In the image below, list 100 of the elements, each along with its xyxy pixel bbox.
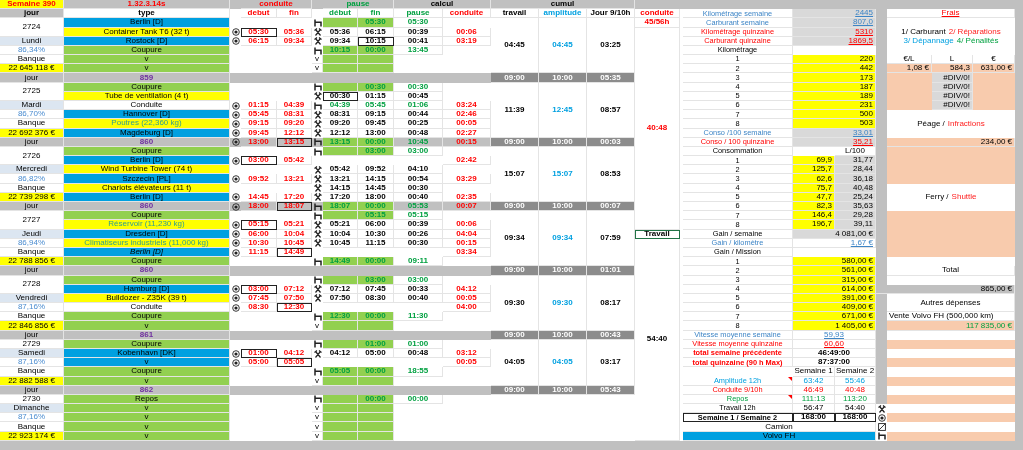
activity-type: Réservoir (11,230 kg) <box>64 220 230 230</box>
pause-duration: 00:48 <box>394 128 443 138</box>
radio-icon <box>877 413 886 422</box>
day-name: Vendredi <box>0 293 64 304</box>
start-time: 18:00 <box>241 202 277 212</box>
day-name: Mercredi <box>0 165 64 175</box>
speed-value: 60,60 <box>793 339 876 349</box>
pause-duration: 00:54 <box>394 174 443 184</box>
week-value: 111:13 <box>793 394 835 405</box>
total-label: Total <box>887 266 1015 276</box>
activity-type: Coupure <box>64 82 230 92</box>
legend-text: 3/ Dépannage <box>903 37 954 46</box>
drive-total: 40:48 <box>635 27 680 230</box>
limit-total: 05:35 <box>587 73 635 83</box>
costs-title: Frais <box>887 9 1015 19</box>
column-header: fin <box>277 9 312 19</box>
amplitude-total: 04:05 <box>539 339 587 386</box>
day-counter: 862 <box>64 385 230 395</box>
litres-value: 196,7 <box>793 220 835 230</box>
pause-start: 00:30 <box>323 91 358 101</box>
gain-value: 1,67 € <box>793 238 876 248</box>
pause-duration: 10:45 <box>394 137 443 147</box>
pause-end: 00:00 <box>358 367 394 377</box>
work-total: 09:30 <box>491 275 539 331</box>
distance-value: 189 <box>793 91 876 101</box>
pause-end: 09:15 <box>358 110 394 120</box>
pause-duration: 05:30 <box>394 18 443 28</box>
pause-duration: 00:40 <box>394 293 443 304</box>
activity-type: Coupure <box>64 146 230 157</box>
pause-start: 14:15 <box>323 183 358 193</box>
drive-duration: 04:12 <box>443 284 491 294</box>
pause-duration: 11:30 <box>394 312 443 322</box>
pause-duration: 05:15 <box>394 211 443 221</box>
activity-type: v <box>64 321 230 331</box>
column-header: conduite <box>635 9 680 19</box>
drive-duration: 03:34 <box>443 247 491 258</box>
end-time: 07:12 <box>277 284 312 294</box>
activity-type: Climatiseurs industriels (11,000 kg) <box>64 238 230 248</box>
pause-start: 09:34 <box>323 36 358 46</box>
pause-duration: 00:33 <box>394 284 443 294</box>
activity-type: Chariots élévateurs (11 t) <box>64 183 230 193</box>
limit-total: 10:00 <box>539 137 587 147</box>
gain-value: 4 081,00 € <box>793 229 876 239</box>
start-time: 09:45 <box>241 128 277 138</box>
status-cell[interactable]: Travail <box>635 229 680 239</box>
column-header: travail <box>491 9 539 19</box>
sale-label: Vente Volvo FH (500,000 km) <box>887 312 1015 322</box>
total-value: 87:37:00 <box>793 358 876 368</box>
start-time: 09:52 <box>241 174 277 184</box>
pause-end: 03:00 <box>358 146 394 157</box>
consumption-value: 39,11 <box>835 220 876 230</box>
end-time: 05:36 <box>277 27 312 37</box>
column-header: pause <box>394 9 443 19</box>
tolls-amount: 234,00 € <box>887 137 1015 147</box>
pause-duration: 00:39 <box>394 220 443 230</box>
end-time: 04:12 <box>277 348 312 359</box>
cost-label: Shuttle <box>951 193 977 202</box>
drive-limit: 45/56h <box>635 18 680 28</box>
activity-type: Magdeburg [D] <box>64 128 230 138</box>
day-heading-label: jour <box>0 137 64 147</box>
activity-type: Rostock [D] <box>64 36 230 46</box>
distance-value: 503 <box>793 119 876 129</box>
pause-end: 01:15 <box>358 91 394 101</box>
pause-duration: 03:00 <box>394 146 443 157</box>
start-time: 09:15 <box>241 119 277 129</box>
end-time: 08:31 <box>277 110 312 120</box>
pause-end: 05:45 <box>358 101 394 111</box>
work-total: 04:05 <box>491 339 539 386</box>
distance-value: 442 <box>793 64 876 74</box>
day-counter: 859 <box>64 73 230 83</box>
limit-total: 10:00 <box>539 266 587 276</box>
drive-duration: 02:46 <box>443 110 491 120</box>
activity-type: v <box>64 55 230 65</box>
truck-model: Volvo FH <box>683 431 876 441</box>
pause-end: 10:30 <box>358 229 394 239</box>
column-header: amplitude <box>539 9 587 19</box>
stat-value: 1869,5 <box>793 36 876 46</box>
start-time: 13:00 <box>241 137 277 147</box>
fuel-price: 1,08 € <box>887 64 932 74</box>
drive-duration: 00:05 <box>443 119 491 129</box>
pause-duration: 13:45 <box>394 45 443 56</box>
cost-label: Péage / <box>917 119 945 128</box>
pause-start: 09:20 <box>323 119 358 129</box>
distance-value: 220 <box>793 55 876 65</box>
pause-end: 06:15 <box>358 27 394 37</box>
bank-amount: 22 846 856 € <box>0 321 64 331</box>
drive-duration: 00:06 <box>443 27 491 37</box>
pause-end: 06:00 <box>358 220 394 230</box>
activity-type: v <box>64 413 230 423</box>
column-header: type <box>64 9 230 19</box>
week-column-header: Semaine 2 <box>835 367 876 377</box>
limit-total: 09:00 <box>491 202 539 212</box>
limit-total: 00:43 <box>587 330 635 340</box>
pause-duration: 00:26 <box>394 229 443 239</box>
pause-duration: 00:30 <box>394 238 443 248</box>
activity-type: Coupure <box>64 367 230 377</box>
fuel-litres: #DIV/0! <box>932 101 973 111</box>
bed-icon <box>877 432 886 441</box>
end-time: 07:50 <box>277 293 312 304</box>
pause-start: 05:05 <box>323 367 358 377</box>
